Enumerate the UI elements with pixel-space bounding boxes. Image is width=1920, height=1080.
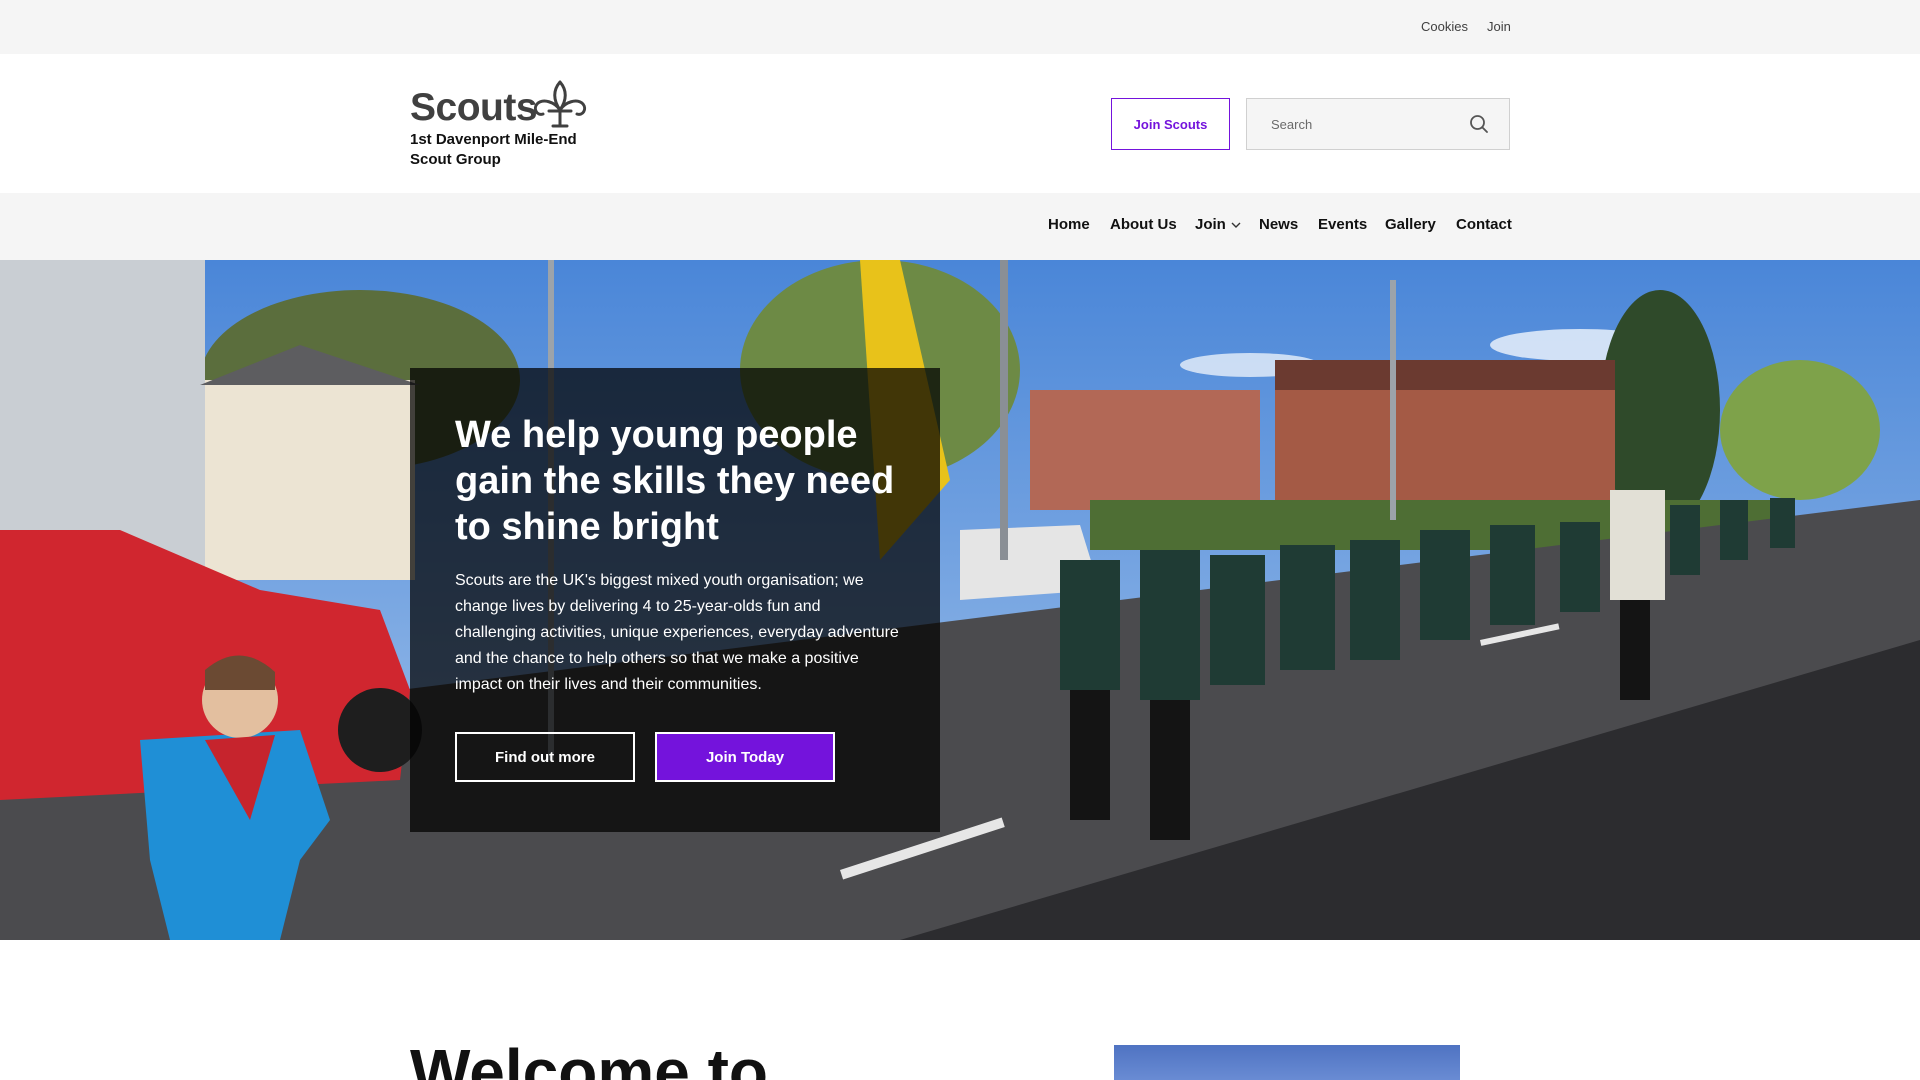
- hero-photo: [0, 260, 1920, 940]
- find-out-more-button[interactable]: Find out more: [455, 732, 635, 782]
- site-header: [0, 54, 1920, 193]
- hero-banner: We help young people gain the skills the…: [0, 260, 1920, 940]
- search-box: [1246, 98, 1510, 150]
- nav-item-join-label: Join: [1195, 216, 1226, 233]
- hero-panel: We help young people gain the skills the…: [410, 368, 940, 832]
- join-scouts-button[interactable]: Join Scouts: [1111, 98, 1230, 150]
- nav-item-contact[interactable]: Contact: [1456, 216, 1512, 233]
- search-icon[interactable]: [1469, 114, 1489, 134]
- nav-item-news[interactable]: News: [1259, 216, 1298, 233]
- fleur-de-lis-icon[interactable]: [531, 78, 589, 130]
- group-name: 1st Davenport Mile-End Scout Group: [410, 131, 577, 168]
- nav-item-join[interactable]: Join: [1195, 216, 1241, 233]
- cookies-link[interactable]: Cookies: [1421, 19, 1468, 34]
- nav-item-home[interactable]: Home: [1048, 216, 1090, 233]
- join-today-button[interactable]: Join Today: [655, 732, 835, 782]
- nav-item-events[interactable]: Events: [1318, 216, 1367, 233]
- utility-join-link[interactable]: Join: [1487, 19, 1511, 34]
- welcome-image: [1114, 1045, 1460, 1080]
- search-input[interactable]: [1247, 99, 1457, 149]
- main-nav: Home About Us Join News Events Gallery C…: [0, 193, 1920, 260]
- hero-heading: We help young people gain the skills the…: [455, 414, 895, 548]
- hero-description: Scouts are the UK's biggest mixed youth …: [455, 572, 899, 693]
- welcome-heading: Welcome to: [410, 1036, 768, 1080]
- nav-item-gallery[interactable]: Gallery: [1385, 216, 1436, 233]
- nav-item-about-us[interactable]: About Us: [1110, 216, 1177, 233]
- utility-bar: Cookies Join: [0, 0, 1920, 54]
- chevron-down-icon: [1231, 222, 1241, 229]
- scouts-logo-text[interactable]: Scouts: [410, 86, 538, 130]
